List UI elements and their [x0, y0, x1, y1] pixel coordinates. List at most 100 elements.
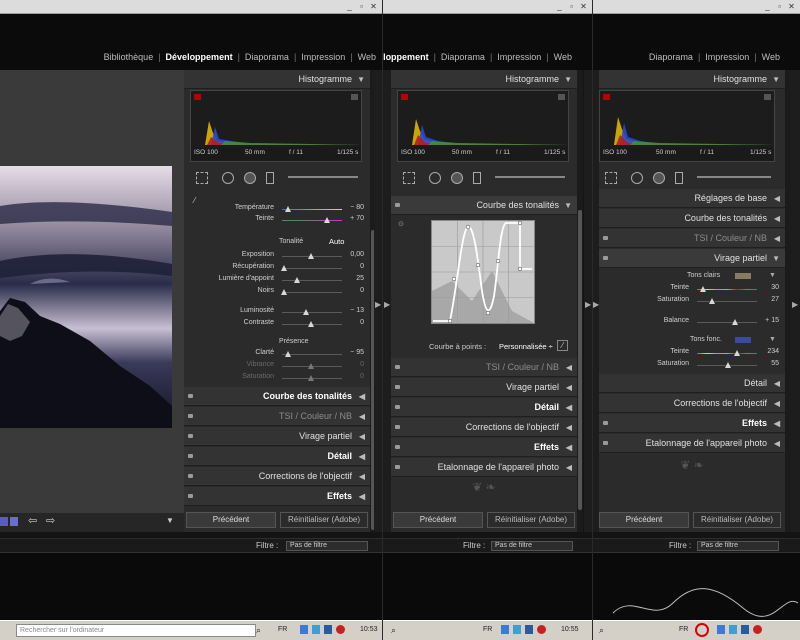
- module-web[interactable]: Web: [554, 52, 572, 62]
- spot-removal-icon[interactable]: [631, 172, 643, 184]
- color-swatch-icon[interactable]: [10, 517, 18, 526]
- point-curve-select[interactable]: Personnalisée ÷: [499, 342, 553, 351]
- tint-slider[interactable]: Teinte + 70: [184, 215, 370, 226]
- section-camera-calibration[interactable]: Etalonnage de l'appareil photo ◀: [391, 458, 577, 477]
- search-icon[interactable]: ⌕: [256, 625, 261, 636]
- reset-button[interactable]: Réinitialiser (Adobe): [693, 512, 781, 528]
- filter-select[interactable]: Pas de filtre: [491, 541, 573, 551]
- highlights-hue-slider[interactable]: Teinte 30: [599, 284, 785, 295]
- target-adjust-icon[interactable]: ⊙: [398, 220, 404, 228]
- histogram-header[interactable]: Histogramme ▼: [391, 70, 577, 89]
- auto-tone-button[interactable]: Auto: [329, 237, 344, 246]
- section-hsl[interactable]: TSI / Couleur / NB ◀: [391, 358, 577, 377]
- previous-button[interactable]: Précédent: [186, 512, 276, 528]
- section-lens-corrections[interactable]: Corrections de l'objectif ◀: [184, 467, 370, 486]
- balance-slider[interactable]: Balance + 15: [599, 317, 785, 328]
- security-icon[interactable]: [753, 625, 762, 634]
- recovery-slider[interactable]: Récupération 0: [184, 263, 370, 274]
- close-icon[interactable]: ✕: [579, 2, 588, 11]
- volume-icon[interactable]: [324, 625, 332, 634]
- module-impression[interactable]: Impression: [497, 52, 541, 62]
- module-impression[interactable]: Impression: [301, 52, 345, 62]
- section-effects[interactable]: Effets ◀: [184, 487, 370, 506]
- chevron-down-icon[interactable]: ▼: [769, 272, 776, 279]
- red-eye-icon[interactable]: [244, 172, 256, 184]
- clarity-slider[interactable]: Clarté − 95: [184, 349, 370, 360]
- section-detail[interactable]: Détail ◀: [599, 374, 785, 393]
- module-developpement[interactable]: Développement: [383, 52, 429, 62]
- graduated-filter-icon[interactable]: [473, 172, 481, 184]
- spot-removal-icon[interactable]: [222, 172, 234, 184]
- section-split-toning[interactable]: Virage partiel ◀: [184, 427, 370, 446]
- section-lens-corrections[interactable]: Corrections de l'objectif ◀: [391, 418, 577, 437]
- previous-button[interactable]: Précédent: [393, 512, 483, 528]
- section-detail[interactable]: Détail ◀: [391, 398, 577, 417]
- brush-slider[interactable]: [288, 176, 358, 178]
- section-effects[interactable]: Effets ◀: [391, 438, 577, 457]
- brightness-slider[interactable]: Luminosité − 13: [184, 307, 370, 318]
- chevron-down-icon[interactable]: ▼: [166, 516, 174, 525]
- section-hsl[interactable]: TSI / Couleur / NB ◀: [599, 229, 785, 248]
- section-basic[interactable]: Réglages de base ◀: [599, 189, 785, 208]
- search-input[interactable]: Rechercher sur l'ordinateur: [16, 624, 256, 637]
- histogram-header[interactable]: Histogramme ▼: [599, 70, 785, 89]
- arrow-left-icon[interactable]: ⇦: [28, 514, 37, 527]
- search-icon[interactable]: ⌕: [599, 625, 604, 636]
- arrow-right-icon[interactable]: ⇨: [46, 514, 55, 527]
- network-icon[interactable]: [312, 625, 320, 634]
- section-tone-curve[interactable]: Courbe des tonalités ◀: [599, 209, 785, 228]
- section-lens-corrections[interactable]: Corrections de l'objectif ◀: [599, 394, 785, 413]
- exposure-slider[interactable]: Exposition 0,00: [184, 251, 370, 262]
- close-icon[interactable]: ✕: [369, 2, 378, 11]
- filter-select[interactable]: Pas de filtre: [286, 541, 368, 551]
- module-impression[interactable]: Impression: [705, 52, 749, 62]
- photo-preview[interactable]: [0, 166, 172, 428]
- module-diaporama[interactable]: Diaporama: [441, 52, 485, 62]
- module-diaporama[interactable]: Diaporama: [245, 52, 289, 62]
- section-detail[interactable]: Détail ◀: [184, 447, 370, 466]
- section-split-toning[interactable]: Virage partiel ▼: [599, 249, 785, 268]
- vibrance-slider[interactable]: Vibrance 0: [184, 361, 370, 372]
- tray-icon[interactable]: [717, 625, 725, 634]
- chevron-down-icon[interactable]: ▼: [769, 336, 776, 343]
- shadows-saturation-slider[interactable]: Saturation 55: [599, 360, 785, 371]
- filter-select[interactable]: Pas de filtre: [697, 541, 779, 551]
- language-indicator[interactable]: FR: [483, 626, 492, 633]
- previous-button[interactable]: Précédent: [599, 512, 689, 528]
- graduated-filter-icon[interactable]: [266, 172, 274, 184]
- saturation-slider[interactable]: Saturation 0: [184, 373, 370, 384]
- highlights-saturation-slider[interactable]: Saturation 27: [599, 296, 785, 307]
- arrow-right-icon[interactable]: ▶: [384, 300, 390, 309]
- arrow-right-icon[interactable]: ▶: [585, 300, 591, 309]
- language-indicator[interactable]: FR: [679, 626, 688, 633]
- color-swatch-icon[interactable]: [0, 517, 8, 526]
- section-effects[interactable]: Effets ◀: [599, 414, 785, 433]
- language-indicator[interactable]: FR: [278, 626, 287, 633]
- crop-icon[interactable]: [605, 172, 617, 184]
- minimize-icon[interactable]: _: [345, 2, 354, 11]
- curve-edit-icon[interactable]: ⁄: [557, 340, 568, 351]
- spot-removal-icon[interactable]: [429, 172, 441, 184]
- network-icon[interactable]: [513, 625, 521, 634]
- arrow-right-icon[interactable]: ▶: [375, 300, 381, 309]
- module-bibliotheque[interactable]: Bibliothèque: [104, 52, 154, 62]
- restore-icon[interactable]: ▫: [567, 2, 576, 11]
- restore-icon[interactable]: ▫: [775, 2, 784, 11]
- red-eye-icon[interactable]: [451, 172, 463, 184]
- reset-button[interactable]: Réinitialiser (Adobe): [280, 512, 368, 528]
- minimize-icon[interactable]: _: [763, 2, 772, 11]
- shadow-color-swatch[interactable]: [735, 337, 751, 343]
- brush-slider[interactable]: [495, 176, 565, 178]
- module-web[interactable]: Web: [762, 52, 780, 62]
- section-camera-calibration[interactable]: Etalonnage de l'appareil photo ◀: [599, 434, 785, 453]
- brush-slider[interactable]: [697, 176, 771, 178]
- module-developpement[interactable]: Développement: [166, 52, 233, 62]
- section-tone-curve[interactable]: Courbe des tonalités ◀: [184, 387, 370, 406]
- reset-button[interactable]: Réinitialiser (Adobe): [487, 512, 575, 528]
- volume-icon[interactable]: [741, 625, 749, 634]
- section-split-toning[interactable]: Virage partiel ◀: [391, 378, 577, 397]
- search-icon[interactable]: ⌕: [391, 625, 396, 636]
- crop-icon[interactable]: [403, 172, 415, 184]
- security-icon[interactable]: [537, 625, 546, 634]
- graduated-filter-icon[interactable]: [675, 172, 683, 184]
